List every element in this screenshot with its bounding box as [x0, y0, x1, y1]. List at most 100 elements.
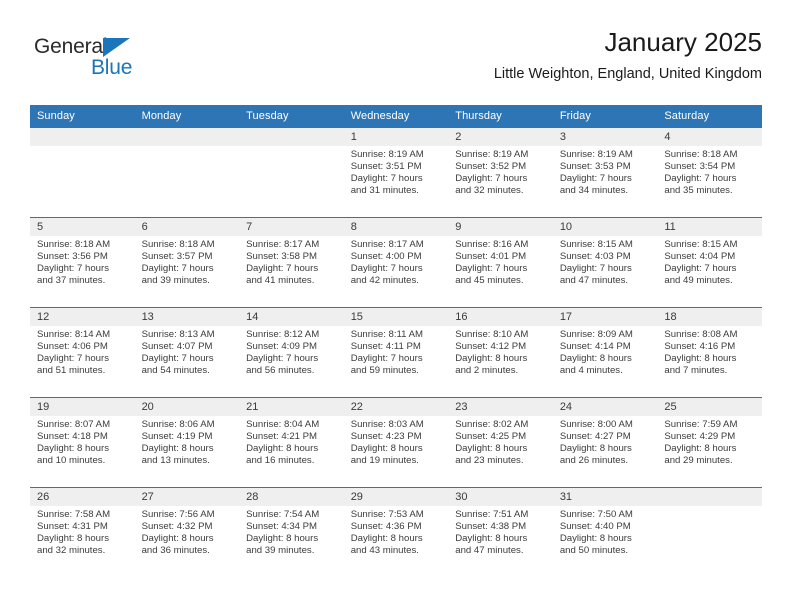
- daylight-text-line1: Daylight: 7 hours: [246, 353, 319, 365]
- calendar-body: 1 Sunrise: 8:19 AM Sunset: 3:51 PM Dayli…: [30, 127, 762, 577]
- day-cell[interactable]: 2 Sunrise: 8:19 AM Sunset: 3:52 PM Dayli…: [448, 127, 553, 218]
- daylight-text-line2: and 29 minutes.: [664, 455, 733, 467]
- day-cell[interactable]: 14 Sunrise: 8:12 AM Sunset: 4:09 PM Dayl…: [239, 307, 344, 398]
- day-cell[interactable]: 7 Sunrise: 8:17 AM Sunset: 3:58 PM Dayli…: [239, 217, 344, 308]
- day-cell[interactable]: 13 Sunrise: 8:13 AM Sunset: 4:07 PM Dayl…: [134, 307, 240, 398]
- day-cell[interactable]: 26 Sunrise: 7:58 AM Sunset: 4:31 PM Dayl…: [30, 487, 135, 577]
- day-number: 5: [30, 218, 135, 236]
- day-cell[interactable]: 27 Sunrise: 7:56 AM Sunset: 4:32 PM Dayl…: [134, 487, 240, 577]
- sunrise-text: Sunrise: 8:15 AM: [559, 239, 633, 250]
- calendar-week-row: 1 Sunrise: 8:19 AM Sunset: 3:51 PM Dayli…: [30, 127, 762, 218]
- sunset-text: Sunset: 4:29 PM: [664, 431, 736, 443]
- daylight-text-line2: and 59 minutes.: [350, 365, 419, 377]
- general-blue-logo[interactable]: General Blue: [34, 36, 174, 84]
- daylight-text-line1: Daylight: 8 hours: [246, 443, 319, 455]
- daylight-text-line1: Daylight: 8 hours: [141, 443, 214, 455]
- day-cell[interactable]: 1 Sunrise: 8:19 AM Sunset: 3:51 PM Dayli…: [343, 127, 449, 218]
- page-title: January 2025: [604, 27, 762, 57]
- day-cell[interactable]: 22 Sunrise: 8:03 AM Sunset: 4:23 PM Dayl…: [343, 397, 449, 488]
- day-cell[interactable]: 30 Sunrise: 7:51 AM Sunset: 4:38 PM Dayl…: [448, 487, 553, 577]
- day-cell[interactable]: 5 Sunrise: 8:18 AM Sunset: 3:56 PM Dayli…: [30, 217, 135, 308]
- day-info: Sunrise: 8:12 AM Sunset: 4:09 PM Dayligh…: [239, 326, 344, 377]
- daylight-text-line1: Daylight: 7 hours: [141, 353, 214, 365]
- day-cell[interactable]: 6 Sunrise: 8:18 AM Sunset: 3:57 PM Dayli…: [134, 217, 240, 308]
- day-number: 22: [343, 398, 449, 416]
- day-cell[interactable]: 21 Sunrise: 8:04 AM Sunset: 4:21 PM Dayl…: [239, 397, 344, 488]
- sunrise-text: Sunrise: 8:11 AM: [350, 329, 424, 340]
- daylight-text-line2: and 7 minutes.: [664, 365, 728, 377]
- day-cell[interactable]: 17 Sunrise: 8:09 AM Sunset: 4:14 PM Dayl…: [552, 307, 658, 398]
- sunset-text: Sunset: 4:21 PM: [246, 431, 318, 443]
- day-number: 4: [657, 128, 762, 146]
- sunrise-text: Sunrise: 8:12 AM: [246, 329, 320, 340]
- daylight-text-line2: and 42 minutes.: [350, 275, 419, 287]
- sunset-text: Sunset: 4:12 PM: [455, 341, 527, 353]
- day-cell[interactable]: 29 Sunrise: 7:53 AM Sunset: 4:36 PM Dayl…: [343, 487, 449, 577]
- day-cell[interactable]: 23 Sunrise: 8:02 AM Sunset: 4:25 PM Dayl…: [448, 397, 553, 488]
- sunrise-text: Sunrise: 8:19 AM: [455, 149, 529, 160]
- sunrise-text: Sunrise: 8:15 AM: [664, 239, 738, 250]
- daylight-text-line1: Daylight: 7 hours: [455, 263, 528, 275]
- calendar-week-row: 26 Sunrise: 7:58 AM Sunset: 4:31 PM Dayl…: [30, 487, 762, 577]
- daylight-text-line2: and 47 minutes.: [455, 545, 524, 557]
- day-info: Sunrise: 7:53 AM Sunset: 4:36 PM Dayligh…: [344, 506, 449, 557]
- day-info: Sunrise: 8:15 AM Sunset: 4:03 PM Dayligh…: [553, 236, 658, 287]
- day-number: 29: [343, 488, 449, 506]
- day-number: 9: [448, 218, 553, 236]
- day-cell[interactable]: 12 Sunrise: 8:14 AM Sunset: 4:06 PM Dayl…: [30, 307, 135, 398]
- sunrise-text: Sunrise: 8:19 AM: [559, 149, 633, 160]
- daylight-text-line1: Daylight: 7 hours: [350, 263, 423, 275]
- day-cell[interactable]: 28 Sunrise: 7:54 AM Sunset: 4:34 PM Dayl…: [239, 487, 344, 577]
- day-number: [30, 128, 135, 146]
- daylight-text-line1: Daylight: 8 hours: [559, 533, 632, 545]
- day-number: 28: [239, 488, 344, 506]
- day-info: Sunrise: 8:13 AM Sunset: 4:07 PM Dayligh…: [135, 326, 240, 377]
- sunset-text: Sunset: 4:00 PM: [350, 251, 422, 263]
- daylight-text-line1: Daylight: 8 hours: [37, 533, 109, 545]
- day-cell[interactable]: 4 Sunrise: 8:18 AM Sunset: 3:54 PM Dayli…: [657, 127, 762, 218]
- sunset-text: Sunset: 4:19 PM: [141, 431, 213, 443]
- day-cell[interactable]: 11 Sunrise: 8:15 AM Sunset: 4:04 PM Dayl…: [657, 217, 762, 308]
- day-cell[interactable]: 10 Sunrise: 8:15 AM Sunset: 4:03 PM Dayl…: [552, 217, 658, 308]
- day-cell[interactable]: 25 Sunrise: 7:59 AM Sunset: 4:29 PM Dayl…: [657, 397, 762, 488]
- daylight-text-line2: and 56 minutes.: [246, 365, 315, 377]
- day-number: 3: [552, 128, 658, 146]
- day-cell[interactable]: 31 Sunrise: 7:50 AM Sunset: 4:40 PM Dayl…: [552, 487, 658, 577]
- day-info: Sunrise: 8:00 AM Sunset: 4:27 PM Dayligh…: [553, 416, 658, 467]
- daylight-text-line1: Daylight: 8 hours: [455, 533, 528, 545]
- sunset-text: Sunset: 4:09 PM: [246, 341, 318, 353]
- daylight-text-line2: and 4 minutes.: [559, 365, 623, 377]
- daylight-text-line2: and 49 minutes.: [664, 275, 733, 287]
- daylight-text-line1: Daylight: 7 hours: [246, 263, 319, 275]
- day-number: 16: [448, 308, 553, 326]
- day-cell[interactable]: 3 Sunrise: 8:19 AM Sunset: 3:53 PM Dayli…: [552, 127, 658, 218]
- day-number: 30: [448, 488, 553, 506]
- day-cell[interactable]: 9 Sunrise: 8:16 AM Sunset: 4:01 PM Dayli…: [448, 217, 553, 308]
- day-cell[interactable]: 8 Sunrise: 8:17 AM Sunset: 4:00 PM Dayli…: [343, 217, 449, 308]
- sunrise-text: Sunrise: 8:16 AM: [455, 239, 529, 250]
- day-cell[interactable]: 24 Sunrise: 8:00 AM Sunset: 4:27 PM Dayl…: [552, 397, 658, 488]
- day-number: 11: [657, 218, 762, 236]
- sunrise-text: Sunrise: 8:08 AM: [664, 329, 738, 340]
- daylight-text-line1: Daylight: 8 hours: [559, 443, 632, 455]
- daylight-text-line2: and 23 minutes.: [455, 455, 524, 467]
- day-cell[interactable]: 16 Sunrise: 8:10 AM Sunset: 4:12 PM Dayl…: [448, 307, 553, 398]
- day-cell[interactable]: 19 Sunrise: 8:07 AM Sunset: 4:18 PM Dayl…: [30, 397, 135, 488]
- day-cell[interactable]: 18 Sunrise: 8:08 AM Sunset: 4:16 PM Dayl…: [657, 307, 762, 398]
- sunrise-text: Sunrise: 8:17 AM: [246, 239, 320, 250]
- day-cell: [657, 487, 762, 577]
- day-info: Sunrise: 8:19 AM Sunset: 3:52 PM Dayligh…: [448, 146, 553, 197]
- sunset-text: Sunset: 3:56 PM: [37, 251, 108, 263]
- sunset-text: Sunset: 4:36 PM: [350, 521, 422, 533]
- calendar-week-row: 5 Sunrise: 8:18 AM Sunset: 3:56 PM Dayli…: [30, 217, 762, 308]
- daylight-text-line2: and 37 minutes.: [37, 275, 106, 287]
- daylight-text-line2: and 36 minutes.: [141, 545, 210, 557]
- day-cell[interactable]: 15 Sunrise: 8:11 AM Sunset: 4:11 PM Dayl…: [343, 307, 449, 398]
- day-cell[interactable]: 20 Sunrise: 8:06 AM Sunset: 4:19 PM Dayl…: [134, 397, 240, 488]
- sunset-text: Sunset: 4:11 PM: [350, 341, 421, 353]
- day-info: Sunrise: 8:03 AM Sunset: 4:23 PM Dayligh…: [344, 416, 449, 467]
- daylight-text-line2: and 19 minutes.: [350, 455, 419, 467]
- calendar-week-row: 19 Sunrise: 8:07 AM Sunset: 4:18 PM Dayl…: [30, 397, 762, 488]
- daylight-text-line2: and 47 minutes.: [559, 275, 629, 287]
- day-info: Sunrise: 8:19 AM Sunset: 3:53 PM Dayligh…: [553, 146, 658, 197]
